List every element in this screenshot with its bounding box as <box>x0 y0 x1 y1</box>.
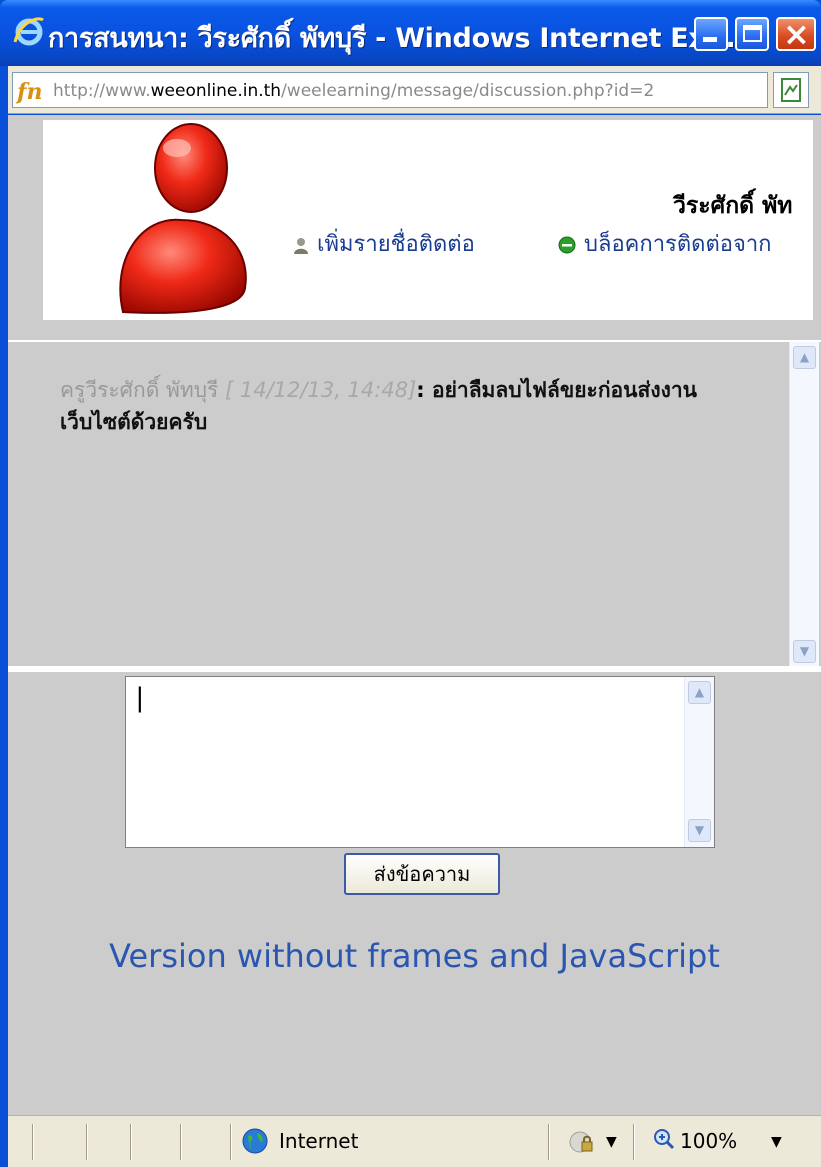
contact-name: วีระศักดิ์ พัท <box>673 193 793 219</box>
url-field[interactable]: fn http://www.weeonline.in.th/weelearnin… <box>12 72 768 108</box>
chevron-down-icon[interactable]: ▼ <box>771 1134 782 1150</box>
status-divider <box>230 1124 232 1160</box>
message-input[interactable]: | ▲ ▼ <box>125 676 715 848</box>
security-zone-label: Internet <box>279 1129 359 1153</box>
browser-window: การสนทนา: วีระศักดิ์ พัทบุรี - Windows I… <box>0 0 821 1167</box>
magnifier-icon[interactable] <box>653 1128 675 1150</box>
profile-header: วีระศักดิ์ พัท เพิ่มรายชื่อติดต่อ บล็อคก… <box>43 120 813 320</box>
globe-icon <box>242 1128 268 1154</box>
scroll-up-icon[interactable]: ▲ <box>793 346 816 369</box>
scroll-down-icon[interactable]: ▼ <box>688 819 711 842</box>
status-divider <box>86 1124 88 1160</box>
internet-explorer-icon <box>13 17 44 46</box>
no-frames-link[interactable]: Version without frames and JavaScript <box>8 937 821 975</box>
compatibility-view-button[interactable] <box>773 72 809 108</box>
text-caret: | <box>132 683 148 713</box>
close-button[interactable]: × <box>776 17 816 51</box>
status-bar: Internet ▼ 100% ▼ <box>8 1115 821 1167</box>
minimize-icon <box>703 37 717 42</box>
block-contact-link[interactable]: บล็อคการติดต่อจาก <box>558 226 772 261</box>
page-content: วีระศักดิ์ พัท เพิ่มรายชื่อติดต่อ บล็อคก… <box>8 115 821 1115</box>
message-history[interactable]: ครูวีระศักดิ์ พัทบุรี [ 14/12/13, 14:48]… <box>8 340 821 668</box>
message-scrollbar[interactable]: ▲ ▼ <box>789 342 819 668</box>
site-favicon-icon: fn <box>17 79 43 105</box>
status-divider <box>180 1124 182 1160</box>
message-separator: : <box>416 378 425 402</box>
user-avatar-icon <box>119 123 247 314</box>
scroll-down-icon[interactable]: ▼ <box>793 640 816 663</box>
compose-scrollbar[interactable]: ▲ ▼ <box>684 677 714 847</box>
minimize-button[interactable] <box>694 17 728 51</box>
url-text[interactable]: http://www.weeonline.in.th/weelearning/m… <box>53 81 654 101</box>
chevron-down-icon[interactable]: ▼ <box>606 1134 617 1150</box>
status-divider <box>633 1124 635 1160</box>
person-icon <box>294 238 308 254</box>
zoom-level[interactable]: 100% <box>680 1129 737 1153</box>
protected-mode-icon[interactable] <box>568 1130 598 1154</box>
status-divider <box>130 1124 132 1160</box>
message-item: ครูวีระศักดิ์ พัทบุรี [ 14/12/13, 14:48]… <box>60 374 760 438</box>
title-bar[interactable]: การสนทนา: วีระศักดิ์ พัทบุรี - Windows I… <box>0 0 821 66</box>
message-timestamp: [ 14/12/13, 14:48] <box>218 378 417 402</box>
close-icon: × <box>783 15 810 53</box>
send-message-button[interactable]: ส่งข้อความ <box>344 853 500 895</box>
message-author: ครูวีระศักดิ์ พัทบุรี <box>60 378 219 402</box>
status-divider <box>32 1124 34 1160</box>
compatibility-icon <box>781 78 801 102</box>
maximize-icon <box>743 25 762 42</box>
address-bar: fn http://www.weeonline.in.th/weelearnin… <box>8 66 821 114</box>
window-title: การสนทนา: วีระศักดิ์ พัทบุรี - Windows I… <box>48 23 736 54</box>
divider <box>8 666 821 672</box>
maximize-button[interactable] <box>735 17 769 51</box>
scroll-up-icon[interactable]: ▲ <box>688 681 711 704</box>
green-circle-icon <box>558 236 576 254</box>
status-divider <box>548 1124 550 1160</box>
add-contact-link[interactable]: เพิ่มรายชื่อติดต่อ <box>293 226 475 261</box>
